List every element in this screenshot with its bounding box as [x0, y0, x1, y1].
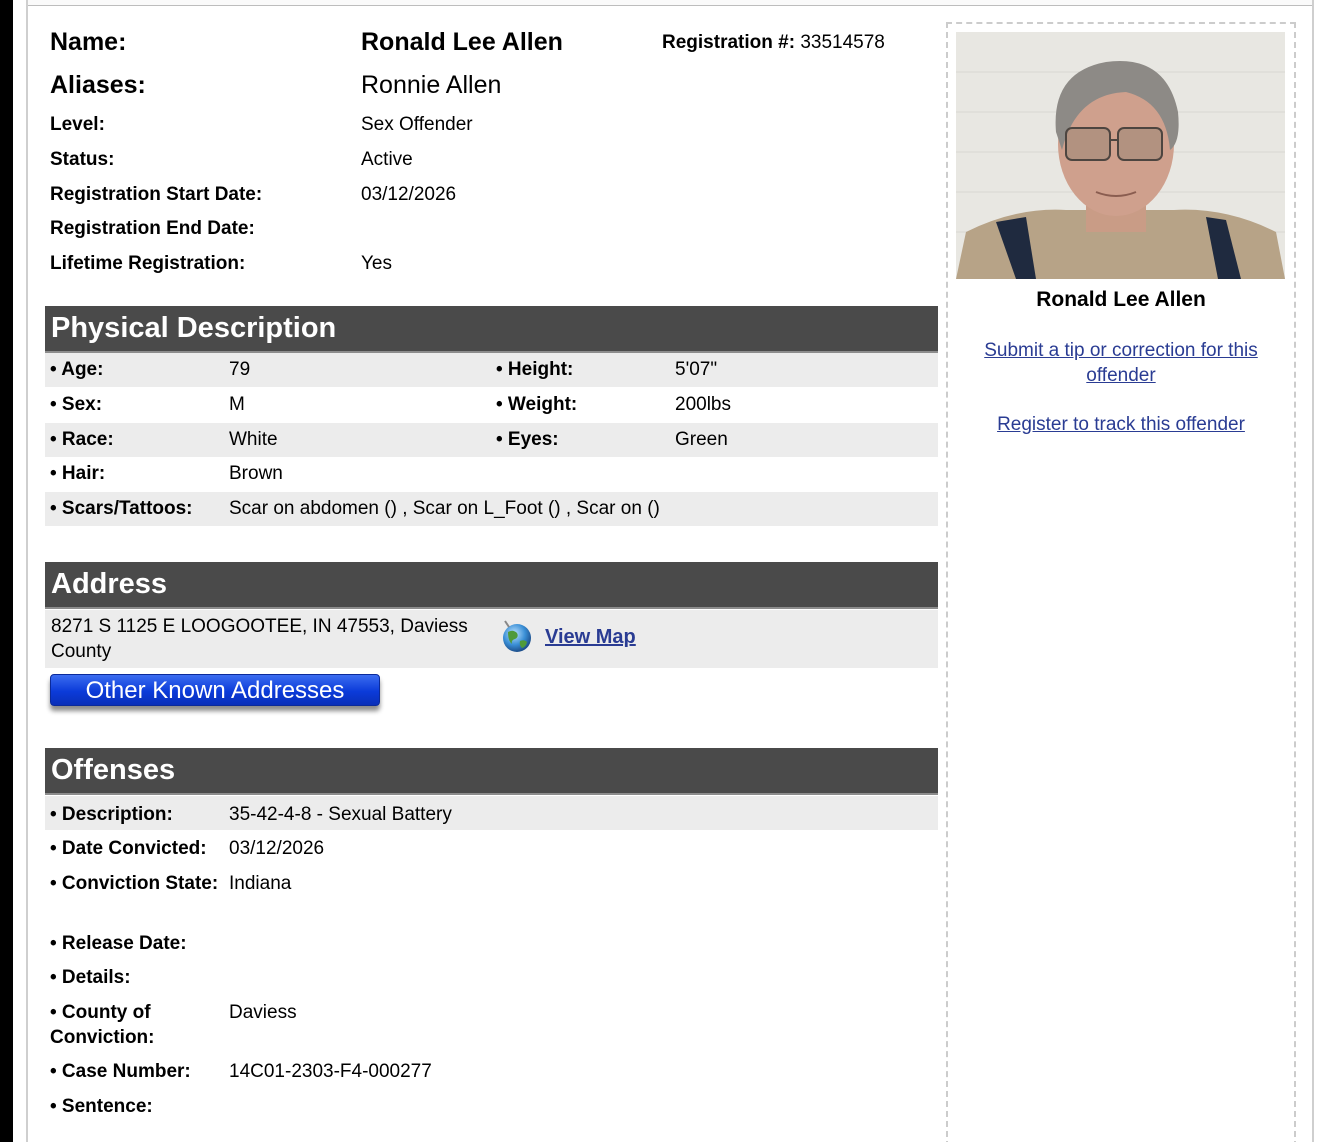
county-label: • County of Conviction:	[50, 1002, 155, 1048]
offense-row-date: • Date Convicted: 03/12/2026	[45, 830, 938, 864]
description-label: • Description:	[50, 804, 173, 825]
physical-row-age-height: • Age: 79 • Height: 5'07"	[45, 353, 938, 387]
lifetime-label: Lifetime Registration:	[50, 253, 246, 274]
age-value: 79	[229, 359, 251, 380]
offense-row-state: • Conviction State: Indiana	[45, 865, 938, 925]
description-value: 35-42-4-8 - Sexual Battery	[229, 804, 452, 825]
physical-row-sex-weight: • Sex: M • Weight: 200lbs	[45, 388, 938, 422]
physical-row-race-eyes: • Race: White • Eyes: Green	[45, 423, 938, 457]
level-value: Sex Offender	[361, 114, 473, 135]
window-edge	[0, 0, 13, 1142]
conviction-state-label: • Conviction State:	[50, 873, 219, 894]
height-value: 5'07"	[675, 359, 718, 380]
date-convicted-value: 03/12/2026	[229, 838, 325, 859]
county-value: Daviess	[229, 1002, 297, 1023]
physical-row-scars: • Scars/Tattoos: Scar on abdomen () , Sc…	[45, 492, 938, 526]
scars-value: Scar on abdomen () , Scar on L_Foot () ,…	[229, 498, 660, 519]
race-label: • Race:	[50, 429, 114, 450]
address-row: 8271 S 1125 E LOOGOOTEE, IN 47553, Davie…	[45, 610, 938, 668]
eyes-label: • Eyes:	[496, 429, 559, 450]
name-label: Name:	[50, 28, 127, 56]
other-known-addresses-button[interactable]: Other Known Addresses	[50, 674, 380, 706]
race-value: White	[229, 429, 278, 450]
conviction-state-value: Indiana	[229, 873, 292, 894]
photo-caption-name: Ronald Lee Allen	[1036, 288, 1206, 311]
weight-label: • Weight:	[496, 394, 578, 415]
weight-value: 200lbs	[675, 394, 731, 415]
aliases-value: Ronnie Allen	[361, 71, 502, 99]
registration-label: Registration #:	[662, 32, 796, 53]
view-map-link[interactable]: View Map	[545, 626, 636, 649]
height-label: • Height:	[496, 359, 574, 380]
offense-row-sentence: • Sentence:	[45, 1088, 938, 1122]
date-convicted-label: • Date Convicted:	[50, 838, 207, 859]
offenses-header: Offenses	[45, 748, 938, 795]
physical-row-hair: • Hair: Brown	[45, 457, 938, 491]
aliases-label: Aliases:	[50, 71, 146, 99]
scars-label: • Scars/Tattoos:	[50, 498, 193, 519]
sentence-label: • Sentence:	[50, 1096, 153, 1117]
sex-label: • Sex:	[50, 394, 103, 415]
physical-description-header: Physical Description	[45, 306, 938, 353]
address-header: Address	[45, 562, 938, 609]
end-date-label: Registration End Date:	[50, 218, 255, 239]
case-number-label: • Case Number:	[50, 1061, 191, 1082]
level-label: Level:	[50, 114, 105, 135]
release-date-label: • Release Date:	[50, 933, 187, 954]
offender-photo	[956, 32, 1285, 279]
name-value: Ronald Lee Allen	[361, 28, 563, 56]
top-strip	[28, 0, 1312, 6]
age-label: • Age:	[50, 359, 104, 380]
track-offender-link[interactable]: Register to track this offender	[946, 412, 1296, 437]
registration-number: Registration #: 33514578	[662, 32, 885, 54]
status-label: Status:	[50, 149, 115, 170]
registration-value: 33514578	[800, 32, 885, 53]
offense-row-county: • County of Conviction: Daviess	[45, 994, 938, 1054]
lifetime-value: Yes	[361, 253, 392, 274]
case-number-value: 14C01-2303-F4-000277	[229, 1061, 432, 1082]
details-label: • Details:	[50, 967, 131, 988]
start-date-label: Registration Start Date:	[50, 184, 263, 205]
sex-value: M	[229, 394, 245, 415]
offense-row-case: • Case Number: 14C01-2303-F4-000277	[45, 1053, 938, 1087]
hair-label: • Hair:	[50, 463, 106, 484]
submit-tip-link[interactable]: Submit a tip or correction for this offe…	[946, 338, 1296, 388]
offense-row-description: • Description: 35-42-4-8 - Sexual Batter…	[45, 796, 938, 830]
start-date-value: 03/12/2026	[361, 184, 457, 205]
offense-row-details: • Details:	[45, 959, 938, 993]
offense-row-release: • Release Date:	[45, 925, 938, 959]
address-text: 8271 S 1125 E LOOGOOTEE, IN 47553, Davie…	[51, 616, 468, 662]
eyes-value: Green	[675, 429, 728, 450]
globe-icon[interactable]	[499, 618, 535, 654]
hair-value: Brown	[229, 463, 283, 484]
status-value: Active	[361, 149, 413, 170]
